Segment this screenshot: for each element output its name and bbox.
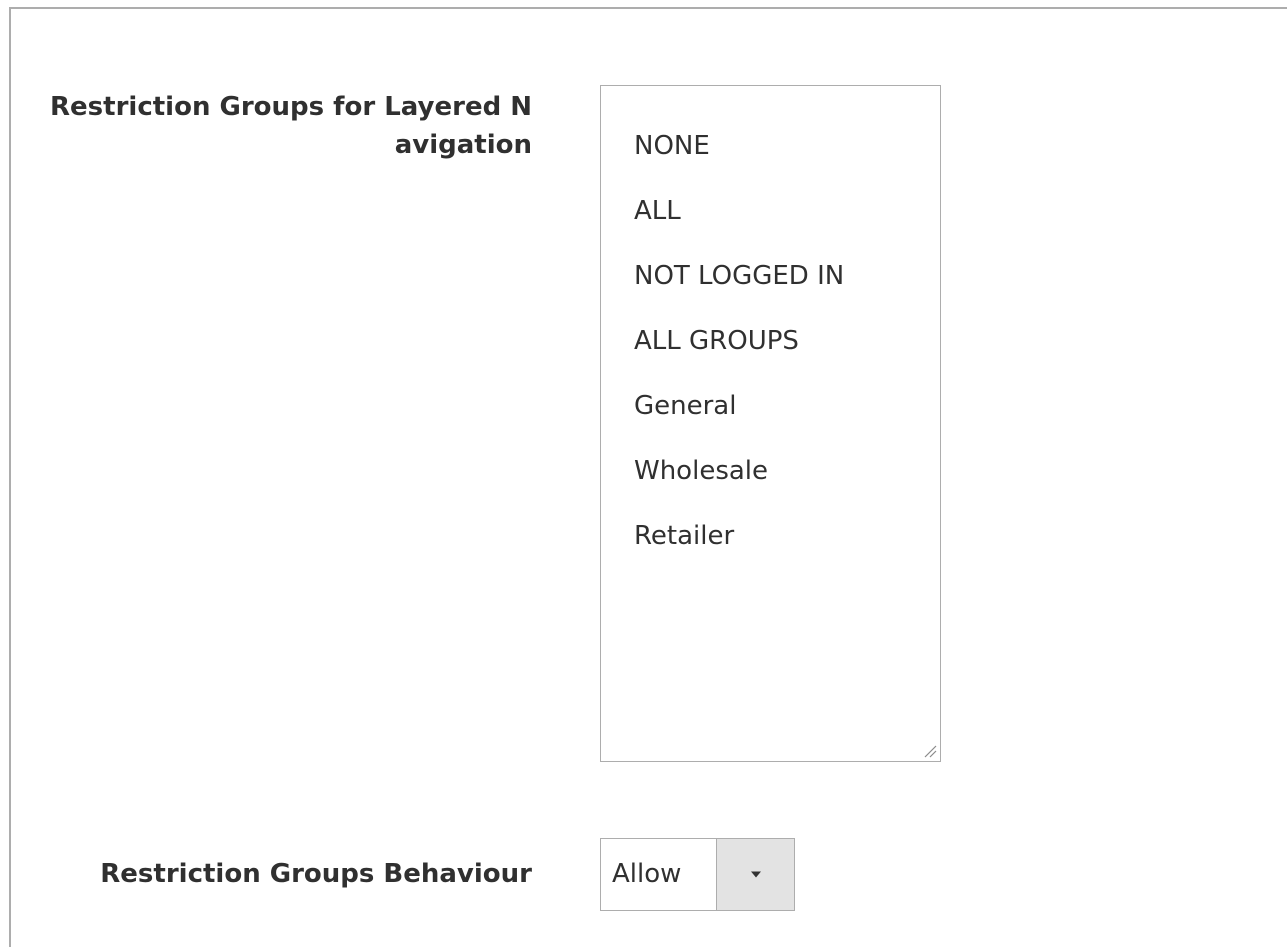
restriction-behaviour-label: Restriction Groups Behaviour [100,859,532,889]
option-all[interactable]: ALL [601,179,940,244]
resize-grip-icon[interactable] [921,742,937,758]
option-general[interactable]: General [601,374,940,439]
triangle-down-icon [750,871,761,878]
option-wholesale[interactable]: Wholesale [601,439,940,504]
option-none[interactable]: NONE [601,114,940,179]
restriction-behaviour-value: Allow [612,859,682,889]
restriction-groups-label-line2: avigation [394,130,532,160]
restriction-behaviour-select[interactable]: Allow [600,838,795,911]
option-all-groups[interactable]: ALL GROUPS [601,309,940,374]
restriction-groups-label: Restriction Groups for Layered N avigati… [20,88,532,164]
dropdown-toggle[interactable] [716,839,794,910]
restriction-groups-multiselect[interactable]: NONE ALL NOT LOGGED IN ALL GROUPS Genera… [600,85,941,762]
option-retailer[interactable]: Retailer [601,504,940,569]
option-not-logged-in[interactable]: NOT LOGGED IN [601,244,940,309]
restriction-groups-label-line1: Restriction Groups for Layered N [50,92,532,122]
